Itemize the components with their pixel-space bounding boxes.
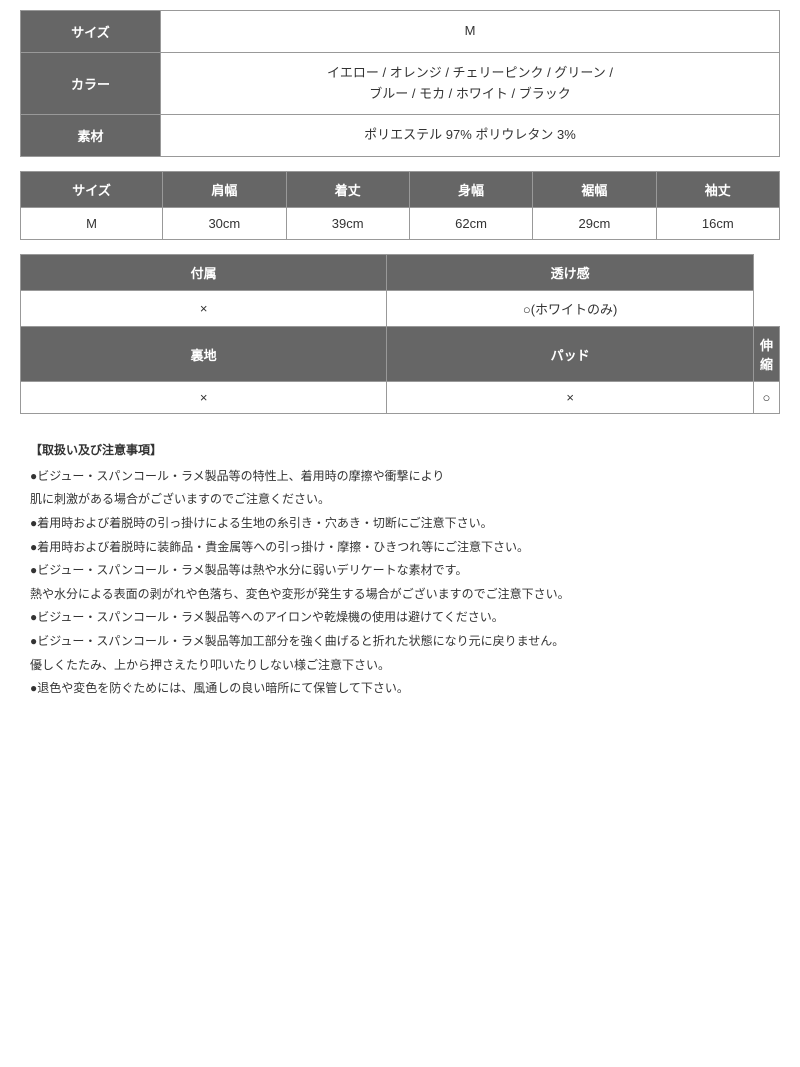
size-table: サイズ肩幅着丈身幅裾幅袖丈 M30cm39cm62cm29cm16cm [20, 171, 780, 240]
size-cell: M [21, 208, 163, 240]
notes-title: 【取扱い及び注意事項】 [30, 440, 770, 462]
feature-value-sukekkan: ○(ホワイトのみ) [387, 291, 754, 327]
size-header: 袖丈 [656, 172, 779, 208]
size-cell: 29cm [533, 208, 656, 240]
size-cell: 16cm [656, 208, 779, 240]
size-header: 着丈 [286, 172, 409, 208]
size-cell: 39cm [286, 208, 409, 240]
feature-value-uraji: × [21, 382, 387, 414]
feature-header-uraji: 裏地 [21, 327, 387, 382]
notes-line: ●着用時および着脱時に装飾品・貴金属等への引っ掛け・摩擦・ひきつれ等にご注意下さ… [30, 537, 770, 559]
feature-header-shinshuku: 伸縮 [753, 327, 779, 382]
notes-section: 【取扱い及び注意事項】 ●ビジュー・スパンコール・ラメ製品等の特性上、着用時の摩… [20, 434, 780, 708]
feature-table: 付属透け感×○(ホワイトのみ)裏地パッド伸縮××○ [20, 254, 780, 414]
notes-line: ●ビジュー・スパンコール・ラメ製品等へのアイロンや乾燥機の使用は避けてください。 [30, 607, 770, 629]
info-label: カラー [21, 52, 161, 115]
size-cell: 30cm [163, 208, 286, 240]
notes-line: 熱や水分による表面の剥がれや色落ち、変色や変形が発生する場合がございますのでご注… [30, 584, 770, 606]
size-header: 身幅 [409, 172, 532, 208]
notes-line: ●ビジュー・スパンコール・ラメ製品等の特性上、着用時の摩擦や衝撃により [30, 466, 770, 488]
notes-line: ●ビジュー・スパンコール・ラメ製品等は熱や水分に弱いデリケートな素材です。 [30, 560, 770, 582]
feature-value-shinshuku: ○ [753, 382, 779, 414]
notes-line: ●退色や変色を防ぐためには、風通しの良い暗所にて保管して下さい。 [30, 678, 770, 700]
info-table: サイズMカラーイエロー / オレンジ / チェリーピンク / グリーン /ブルー… [20, 10, 780, 157]
info-value: M [161, 11, 780, 53]
size-header: 肩幅 [163, 172, 286, 208]
info-label: サイズ [21, 11, 161, 53]
feature-header-fuka: 付属 [21, 255, 387, 291]
feature-header-sukekkan: 透け感 [387, 255, 754, 291]
info-value: ポリエステル 97% ポリウレタン 3% [161, 115, 780, 157]
info-label: 素材 [21, 115, 161, 157]
size-header: 裾幅 [533, 172, 656, 208]
size-cell: 62cm [409, 208, 532, 240]
feature-value-fuka: × [21, 291, 387, 327]
notes-line: 優しくたたみ、上から押さえたり叩いたりしない様ご注意下さい。 [30, 655, 770, 677]
size-header: サイズ [21, 172, 163, 208]
feature-value-pad: × [387, 382, 754, 414]
notes-line: ●着用時および着脱時の引っ掛けによる生地の糸引き・穴あき・切断にご注意下さい。 [30, 513, 770, 535]
feature-header-pad: パッド [387, 327, 754, 382]
notes-line: ●ビジュー・スパンコール・ラメ製品等加工部分を強く曲げると折れた状態になり元に戻… [30, 631, 770, 653]
info-value: イエロー / オレンジ / チェリーピンク / グリーン /ブルー / モカ /… [161, 52, 780, 115]
notes-line: 肌に刺激がある場合がございますのでご注意ください。 [30, 489, 770, 511]
